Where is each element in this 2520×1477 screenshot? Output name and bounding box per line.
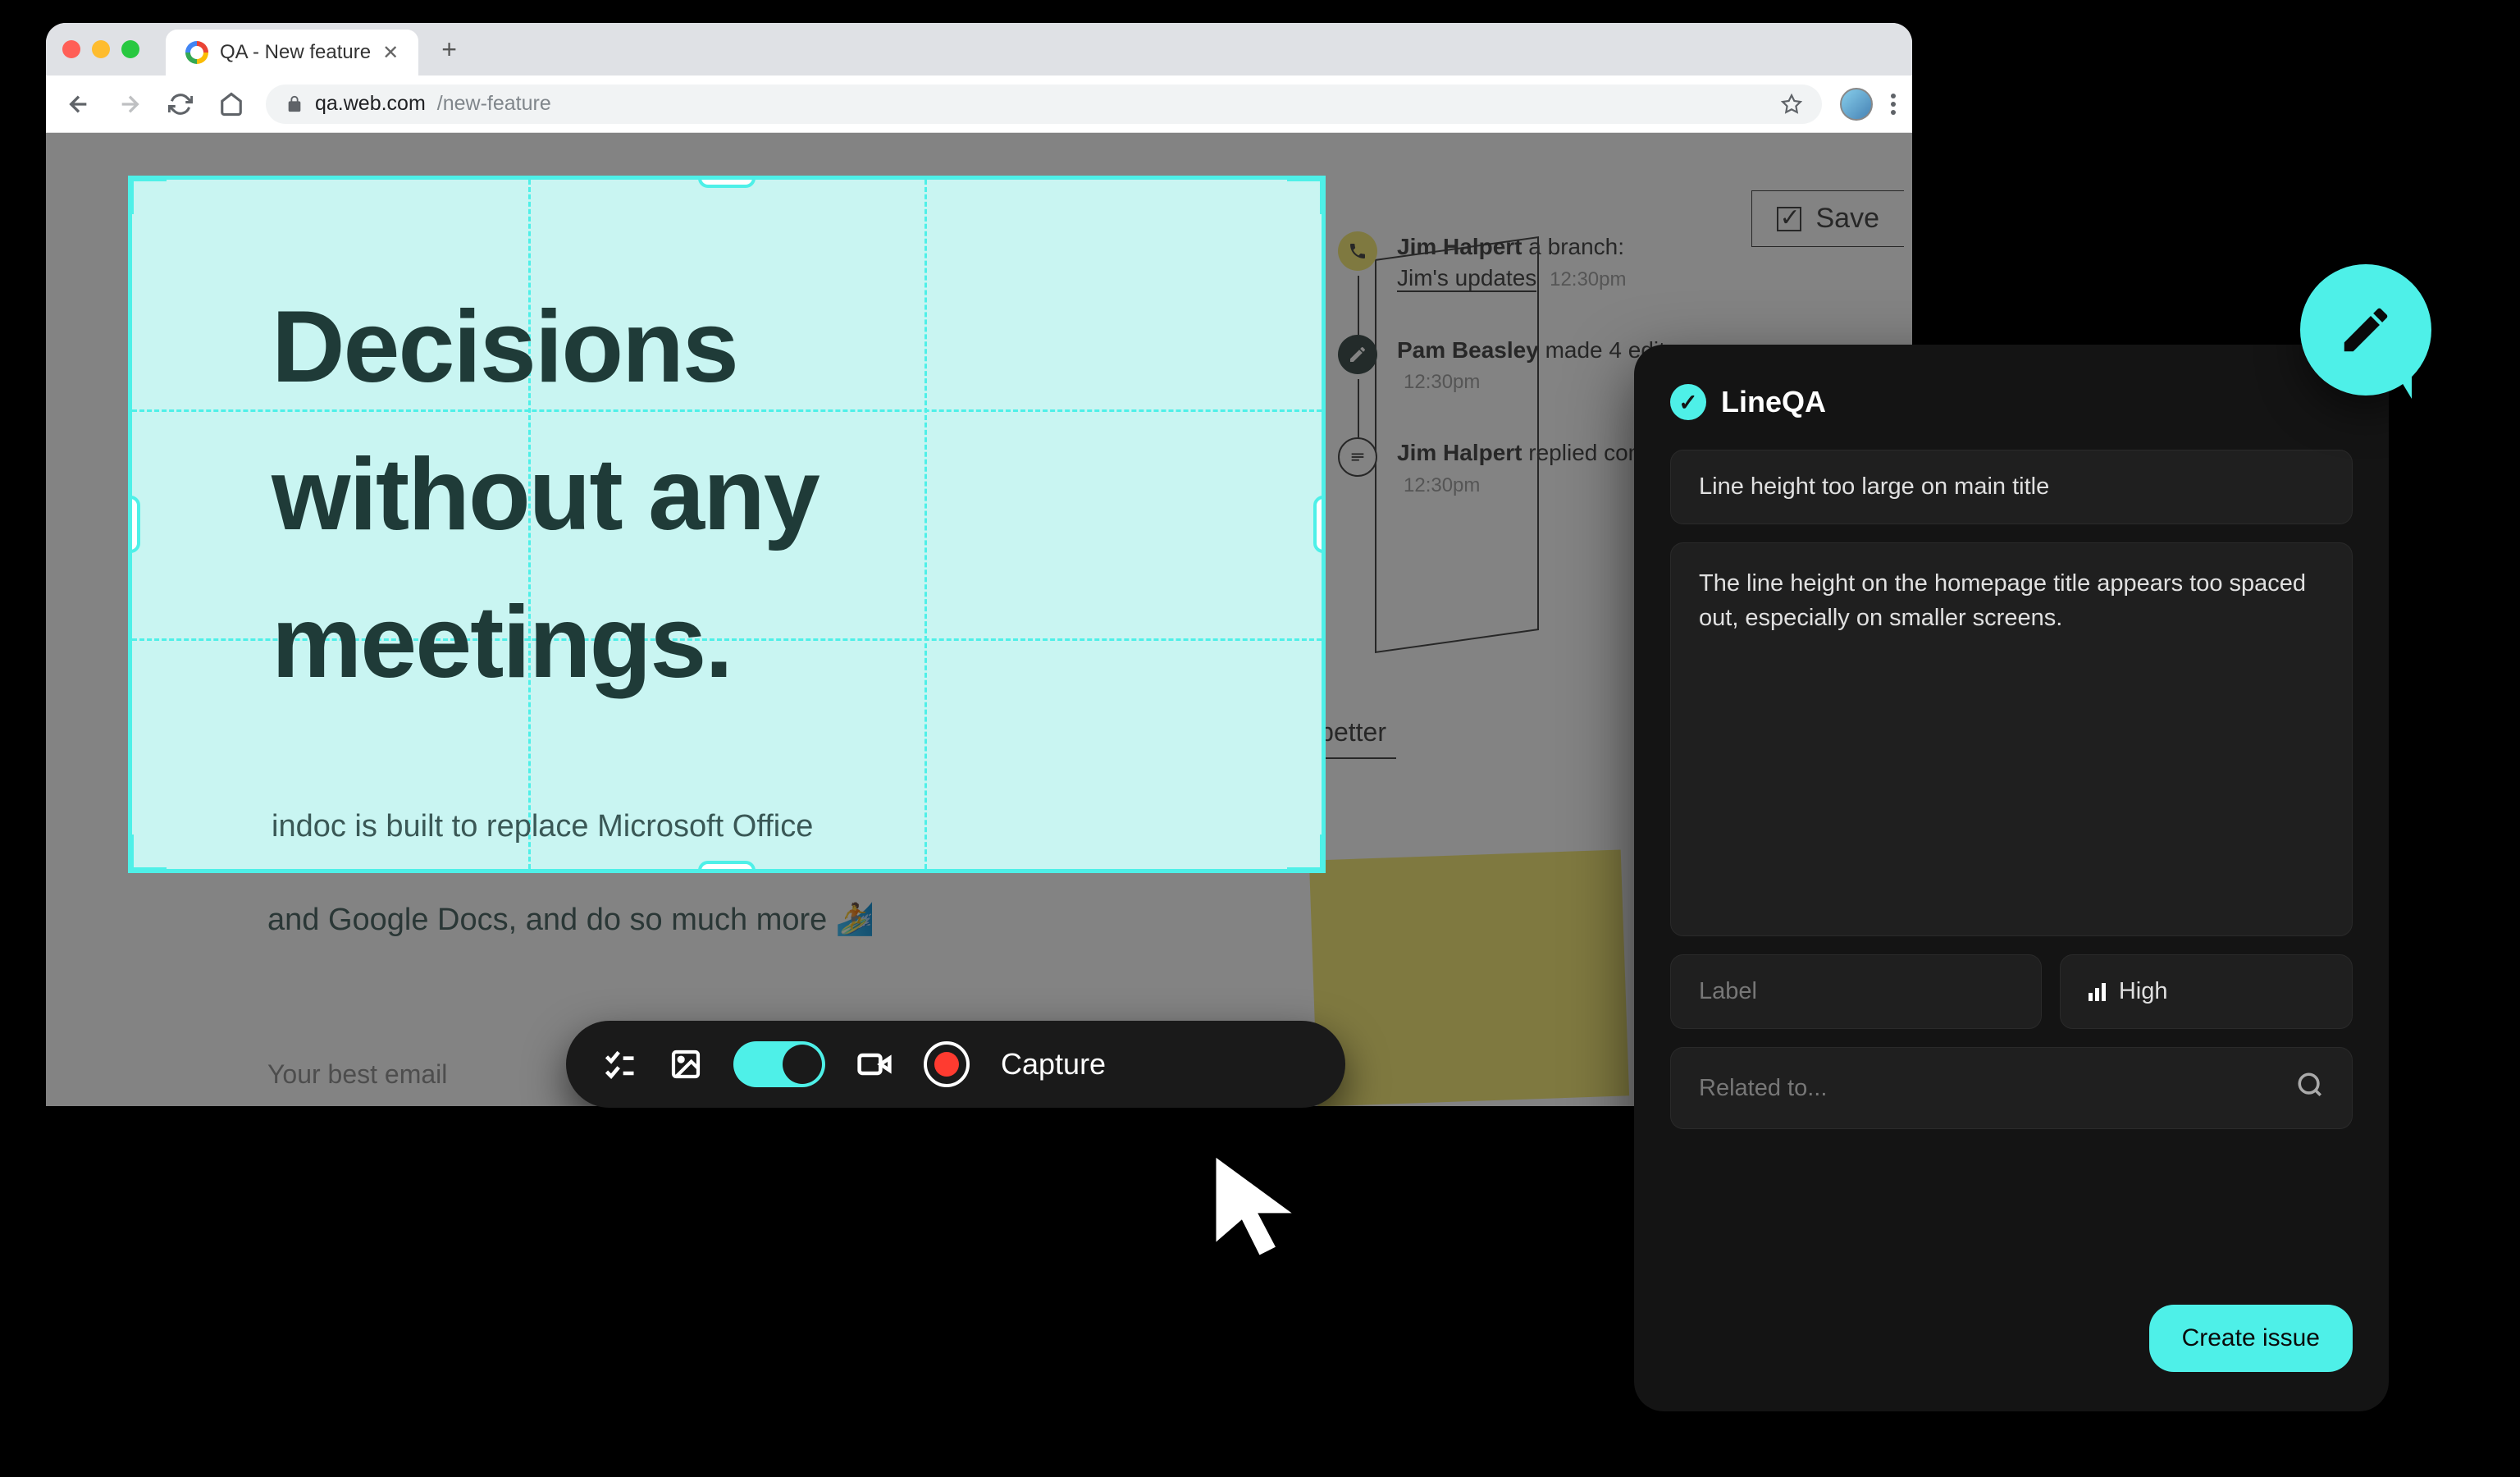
image-icon[interactable]: [669, 1048, 702, 1081]
selection-handle-top[interactable]: [698, 176, 756, 188]
hero-subtext-line1: indoc is built to replace Microsoft Offi…: [272, 803, 813, 850]
browser-window: QA - New feature ✕ + qa.web.com/new-feat…: [46, 23, 1912, 1106]
bookmark-star-icon[interactable]: [1781, 94, 1802, 115]
create-issue-button[interactable]: Create issue: [2149, 1305, 2353, 1372]
record-button[interactable]: [924, 1041, 970, 1087]
home-button[interactable]: [215, 88, 248, 121]
lineqa-panel: ✓ LineQA Line height too large on main t…: [1634, 345, 2389, 1411]
video-icon[interactable]: [856, 1046, 892, 1082]
page-content: Save Jim Halpert a branch: Jim's updates…: [46, 133, 1912, 1106]
profile-avatar[interactable]: [1840, 88, 1873, 121]
browser-toolbar: qa.web.com/new-feature: [46, 75, 1912, 133]
screenshot-toggle[interactable]: [733, 1041, 825, 1087]
selection-corner-tr[interactable]: [1287, 176, 1326, 214]
capture-label[interactable]: Capture: [1001, 1047, 1106, 1081]
screenshot-selection[interactable]: Decisions without any meetings. indoc is…: [128, 176, 1326, 873]
selection-corner-br[interactable]: [1287, 835, 1326, 873]
forward-button[interactable]: [113, 88, 146, 121]
capture-toolbar: Capture: [566, 1021, 1345, 1108]
minimize-window-button[interactable]: [92, 40, 110, 58]
label-select[interactable]: Label: [1670, 954, 2042, 1029]
window-controls: [62, 40, 139, 58]
selection-handle-left[interactable]: [128, 496, 140, 553]
edit-fab[interactable]: [2300, 264, 2431, 396]
maximize-window-button[interactable]: [121, 40, 139, 58]
pencil-icon: [2337, 301, 2394, 359]
related-to-input[interactable]: Related to...: [1670, 1047, 2353, 1129]
selection-corner-tl[interactable]: [128, 176, 167, 214]
headline-line2: without any: [272, 438, 819, 551]
browser-menu-button[interactable]: [1891, 94, 1896, 115]
related-placeholder: Related to...: [1699, 1075, 1827, 1102]
url-domain: qa.web.com: [315, 92, 426, 116]
headline-line1: Decisions: [272, 290, 737, 404]
new-tab-button[interactable]: +: [428, 34, 470, 65]
selection-handle-bottom[interactable]: [698, 861, 756, 873]
panel-header: ✓ LineQA: [1670, 384, 2353, 420]
panel-brand: LineQA: [1721, 385, 1826, 419]
selection-corner-bl[interactable]: [128, 835, 167, 873]
url-path: /new-feature: [437, 92, 551, 116]
priority-bars-icon: [2089, 983, 2106, 1001]
record-dot-icon: [934, 1052, 959, 1077]
search-icon: [2296, 1071, 2324, 1105]
priority-value: High: [2119, 978, 2168, 1005]
issue-title-input[interactable]: Line height too large on main title: [1670, 450, 2353, 524]
favicon-icon: [185, 41, 208, 64]
lineqa-logo-icon: ✓: [1670, 384, 1706, 420]
reload-button[interactable]: [164, 88, 197, 121]
headline-line3: meetings.: [272, 586, 732, 699]
cursor-icon: [1206, 1147, 1312, 1274]
close-window-button[interactable]: [62, 40, 80, 58]
hero-headline: Decisions without any meetings.: [272, 274, 819, 716]
address-bar[interactable]: qa.web.com/new-feature: [266, 85, 1822, 124]
browser-tab[interactable]: QA - New feature ✕: [166, 30, 418, 75]
browser-tab-bar: QA - New feature ✕ +: [46, 23, 1912, 75]
back-button[interactable]: [62, 88, 95, 121]
lock-icon: [285, 95, 304, 113]
toggle-knob: [783, 1045, 822, 1084]
checklist-icon[interactable]: [602, 1046, 638, 1082]
selection-handle-right[interactable]: [1313, 496, 1326, 553]
close-tab-icon[interactable]: ✕: [382, 41, 399, 65]
issue-description-input[interactable]: The line height on the homepage title ap…: [1670, 542, 2353, 936]
tab-title: QA - New feature: [220, 41, 371, 64]
priority-select[interactable]: High: [2060, 954, 2353, 1029]
label-placeholder: Label: [1699, 978, 1757, 1005]
